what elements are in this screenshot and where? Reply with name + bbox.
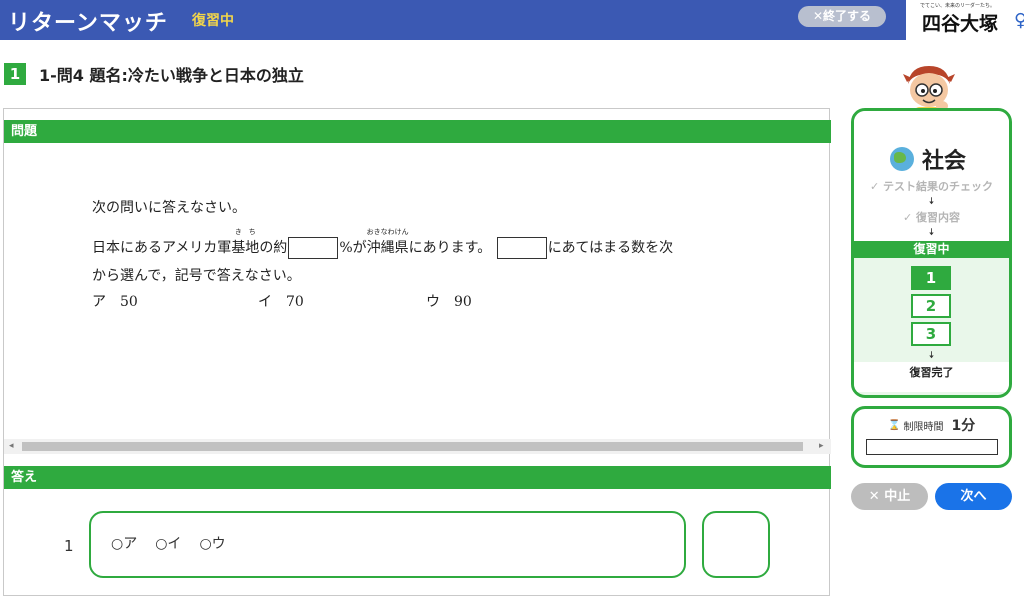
next-button[interactable]: 次へ (935, 483, 1012, 510)
top-bar: リターンマッチ 復習中 ✕終了する でてこい、未来のリーダーたち。 四谷大塚 ♀ (0, 0, 1024, 40)
answer-section-header: 答え (4, 466, 831, 489)
logo-name: 四谷大塚 (922, 13, 999, 35)
subject-label: 社会 (922, 149, 967, 174)
choice-i: イ 70 (258, 291, 304, 311)
sentence-part: にあてはまる数を次 (547, 240, 674, 256)
ruby-word: おきなわけん 沖縄県 (366, 228, 409, 257)
ruby-word: き ち基地 (231, 228, 260, 257)
choice-a: ア 50 (92, 291, 138, 311)
question-panel: 問題 次の問いに答えなさい。 日本にあるアメリカ軍き ち基地の約 %が おきなわけん… (3, 108, 831, 596)
logo: でてこい、未来のリーダーたち。 四谷大塚 ♀ (906, 0, 1024, 40)
step-review-content: ✓ 復習内容 (902, 211, 961, 224)
ruby-base: 沖縄県 (366, 240, 409, 256)
time-limit-panel: ⌛ 制限時間 1分 (851, 406, 1012, 468)
sentence-part: にあります。 (408, 240, 492, 256)
choice-label: ウ (426, 294, 440, 310)
problem-section-header: 問題 (4, 120, 831, 143)
horizontal-scrollbar[interactable]: ◂ ▸ (4, 439, 831, 454)
ruby-base: 基地 (231, 240, 260, 256)
sentence-part: %が (339, 240, 367, 256)
result-mark-box (702, 511, 770, 578)
logo-mark-icon: ♀ (1014, 10, 1024, 31)
time-limit-value: 1分 (951, 418, 976, 434)
time-limit-label: ⌛ 制限時間 1分 (888, 415, 975, 435)
app-title: リターンマッチ (8, 11, 168, 36)
ruby-reading: き ち (234, 228, 256, 236)
choice-label: ア (92, 294, 106, 310)
step-complete: 復習完了 (909, 366, 954, 379)
option-i-radio[interactable]: ○イ (155, 533, 181, 553)
end-button[interactable]: ✕終了する (798, 6, 886, 27)
hourglass-icon: ⌛ (888, 419, 901, 431)
sentence-part: 日本にあるアメリカ軍 (92, 240, 232, 256)
status-label: 復習中 (192, 13, 234, 29)
progress-sidebar: 社会 ✓ テスト結果のチェック 🠇 ✓ 復習内容 🠇 復習中 1 2 3 🠇 復… (851, 108, 1012, 398)
time-progress-bar (866, 439, 998, 455)
sentence-part: の約 (259, 240, 288, 256)
choice-value: 70 (286, 294, 304, 310)
scroll-right-icon[interactable]: ▸ (819, 441, 824, 451)
round-3-box: 3 (911, 322, 951, 346)
logo-tagline: でてこい、未来のリーダーたち。 (920, 3, 996, 9)
option-a-radio[interactable]: ○ア (111, 533, 137, 553)
question-sentence: 日本にあるアメリカ軍き ち基地の約 %が おきなわけん 沖縄県にあります。 にあてはま… (92, 228, 674, 259)
step-test-check: ✓ テスト結果のチェック (869, 180, 994, 193)
answer-options: ○ア ○イ ○ウ (111, 533, 226, 553)
arrow-down-icon: 🠇 (928, 227, 935, 238)
answer-row-number: 1 (64, 537, 74, 555)
sidebar-top: 社会 ✓ テスト結果のチェック 🠇 ✓ 復習内容 🠇 (854, 111, 1009, 241)
choice-u: ウ 90 (426, 291, 472, 311)
stop-button[interactable]: ✕ 中止 (851, 483, 928, 510)
answer-choice-box: ○ア ○イ ○ウ (89, 511, 686, 578)
ruby-reading: おきなわけん (366, 228, 409, 236)
choice-label: イ (258, 294, 272, 310)
round-1-box: 1 (911, 266, 951, 290)
subject-heading: 社会 (890, 143, 966, 175)
answer-blank (288, 237, 339, 259)
choice-value: 90 (454, 294, 472, 310)
globe-icon (890, 147, 914, 171)
instruction-text: 次の問いに答えなさい。 (92, 200, 246, 216)
round-2-box: 2 (911, 294, 951, 318)
option-u-radio[interactable]: ○ウ (199, 533, 225, 553)
scroll-left-icon[interactable]: ◂ (9, 441, 14, 451)
choice-value: 50 (120, 294, 138, 310)
question-title: 1-問4 題名:冷たい戦争と日本の独立 (39, 66, 304, 85)
question-header: 1 1-問4 題名:冷たい戦争と日本の独立 (4, 63, 304, 85)
scrollbar-thumb[interactable] (22, 442, 803, 451)
answer-blank (496, 237, 547, 259)
step-active: 復習中 (854, 241, 1009, 258)
time-limit-text: 制限時間 (903, 421, 944, 433)
question-number-badge: 1 (4, 63, 26, 85)
question-sentence-line2: から選んで，記号で答えなさい。 (92, 268, 301, 284)
